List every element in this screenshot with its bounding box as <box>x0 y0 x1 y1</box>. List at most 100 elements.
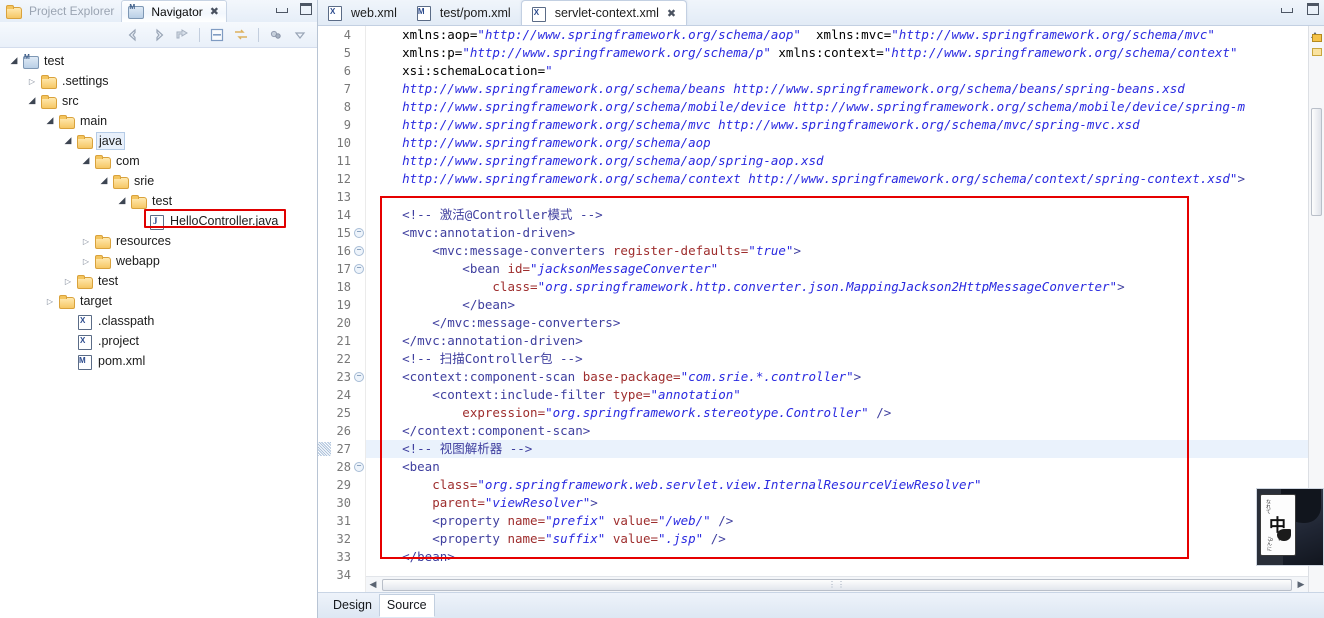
code-line[interactable]: <mvc:annotation-driven> <box>366 224 1324 242</box>
editor-tab-pom-xml[interactable]: test/pom.xml <box>407 0 521 25</box>
fold-collapse-icon[interactable] <box>354 462 364 472</box>
back-arrow-icon[interactable] <box>125 26 143 44</box>
minimize-icon[interactable] <box>1280 3 1294 16</box>
tree-item[interactable]: java <box>0 131 317 151</box>
navigator-tree[interactable]: test .settings srcmain java com srie test Hello… <box>0 48 317 618</box>
code-line[interactable]: http://www.springframework.org/schema/ao… <box>366 152 1324 170</box>
tree-item[interactable]: .classpath <box>0 311 317 331</box>
expand-arrow-icon[interactable] <box>78 236 94 246</box>
tree-item[interactable]: srie <box>0 171 317 191</box>
code-line[interactable]: <bean id="jacksonMessageConverter" <box>366 260 1324 278</box>
code-line[interactable]: xmlns:p="http://www.springframework.org/… <box>366 44 1324 62</box>
fold-collapse-icon[interactable] <box>354 228 364 238</box>
collapse-arrow-icon[interactable] <box>24 96 40 107</box>
view-window-controls <box>275 3 313 16</box>
code-text[interactable]: xmlns:aop="http://www.springframework.or… <box>366 26 1324 592</box>
view-menu-icon[interactable] <box>291 26 309 44</box>
expand-arrow-icon[interactable] <box>60 276 76 286</box>
code-line[interactable]: xsi:schemaLocation=" <box>366 62 1324 80</box>
overview-marker-warning[interactable] <box>1312 48 1322 56</box>
collapse-arrow-icon[interactable] <box>96 176 112 187</box>
code-line[interactable]: </mvc:message-converters> <box>366 314 1324 332</box>
code-line[interactable]: http://www.springframework.org/schema/be… <box>366 80 1324 98</box>
code-line[interactable]: <!-- 激活@Controller模式 --> <box>366 206 1324 224</box>
tree-item[interactable]: test <box>0 191 317 211</box>
editor-tab-web-xml[interactable]: web.xml <box>318 0 407 25</box>
line-number: 30 <box>336 496 351 510</box>
code-line[interactable]: <!-- 视图解析器 --> <box>366 440 1324 458</box>
code-line[interactable]: http://www.springframework.org/schema/ao… <box>366 134 1324 152</box>
expand-arrow-icon[interactable] <box>78 256 94 266</box>
view-tab-project-explorer[interactable]: Project Explorer <box>0 0 121 22</box>
maximize-icon[interactable] <box>1306 3 1320 16</box>
fold-collapse-icon[interactable] <box>354 372 364 382</box>
code-token-tag: > <box>1117 279 1125 294</box>
fold-collapse-icon[interactable] <box>354 246 364 256</box>
editor-horizontal-scrollbar[interactable]: ◀ ⋮⋮ ▶ <box>366 576 1308 592</box>
minimize-icon[interactable] <box>275 3 289 16</box>
code-line[interactable]: </mvc:annotation-driven> <box>366 332 1324 350</box>
code-line[interactable]: parent="viewResolver"> <box>366 494 1324 512</box>
code-line[interactable]: <!-- 扫描Controller包 --> <box>366 350 1324 368</box>
collapse-arrow-icon[interactable] <box>42 116 58 127</box>
tree-item[interactable]: com <box>0 151 317 171</box>
collapse-all-icon[interactable] <box>208 26 226 44</box>
code-line[interactable]: <context:component-scan base-package="co… <box>366 368 1324 386</box>
code-token-url: "http://www.springframework.org/schema/p… <box>462 45 771 60</box>
code-line[interactable]: class="org.springframework.web.servlet.v… <box>366 476 1324 494</box>
code-line[interactable]: <bean <box>366 458 1324 476</box>
code-line[interactable]: <property name="prefix" value="/web/" /> <box>366 512 1324 530</box>
tree-item[interactable]: test <box>0 51 317 71</box>
code-line[interactable]: xmlns:aop="http://www.springframework.or… <box>366 26 1324 44</box>
filter-icon[interactable] <box>267 26 285 44</box>
view-tab-navigator[interactable]: Navigator ✖ <box>121 0 227 22</box>
editor-tab-servlet-context-xml[interactable]: servlet-context.xml ✖ <box>520 0 688 25</box>
tab-source[interactable]: Source <box>378 594 435 617</box>
code-line[interactable]: </context:component-scan> <box>366 422 1324 440</box>
tree-item[interactable]: HelloController.java <box>0 211 317 231</box>
code-token-plain: xmlns:context= <box>770 45 884 60</box>
collapse-arrow-icon[interactable] <box>78 156 94 167</box>
overview-marker-warning[interactable] <box>1312 34 1322 42</box>
tab-design[interactable]: Design <box>326 595 379 616</box>
link-with-editor-icon[interactable] <box>232 26 250 44</box>
code-token-attr: class= <box>372 477 478 492</box>
collapse-arrow-icon[interactable] <box>60 136 76 147</box>
collapse-arrow-icon[interactable] <box>6 56 22 67</box>
tree-item[interactable]: .project <box>0 331 317 351</box>
code-line[interactable]: http://www.springframework.org/schema/co… <box>366 170 1324 188</box>
scroll-left-arrow-icon[interactable]: ◀ <box>366 578 380 592</box>
tree-item-label: java <box>96 132 125 150</box>
tree-item[interactable]: pom.xml <box>0 351 317 371</box>
tree-item[interactable]: resources <box>0 231 317 251</box>
scroll-right-arrow-icon[interactable]: ▶ <box>1294 578 1308 592</box>
tree-item[interactable]: target <box>0 291 317 311</box>
tree-item[interactable]: main <box>0 111 317 131</box>
expand-arrow-icon[interactable] <box>24 76 40 86</box>
code-line[interactable]: <mvc:message-converters register-default… <box>366 242 1324 260</box>
code-line[interactable]: </bean> <box>366 548 1324 566</box>
code-line[interactable]: class="org.springframework.http.converte… <box>366 278 1324 296</box>
tree-item[interactable]: src <box>0 91 317 111</box>
close-icon[interactable]: ✖ <box>667 7 676 20</box>
fold-collapse-icon[interactable] <box>354 264 364 274</box>
code-line[interactable]: expression="org.springframework.stereoty… <box>366 404 1324 422</box>
code-line[interactable]: http://www.springframework.org/schema/mv… <box>366 116 1324 134</box>
collapse-arrow-icon[interactable] <box>114 196 130 207</box>
maximize-icon[interactable] <box>299 3 313 16</box>
code-line[interactable]: http://www.springframework.org/schema/mo… <box>366 98 1324 116</box>
code-line[interactable]: </bean> <box>366 296 1324 314</box>
code-line[interactable] <box>366 188 1324 206</box>
watermark-side-text-2: こんに <box>1266 536 1272 551</box>
scrollbar-thumb[interactable] <box>1311 108 1322 216</box>
up-arrow-icon[interactable] <box>173 26 191 44</box>
forward-arrow-icon[interactable] <box>149 26 167 44</box>
tree-item[interactable]: webapp <box>0 251 317 271</box>
tree-item[interactable]: .settings <box>0 71 317 91</box>
close-icon[interactable]: ✖ <box>210 5 219 18</box>
code-line[interactable]: <property name="suffix" value=".jsp" /> <box>366 530 1324 548</box>
tree-item[interactable]: test <box>0 271 317 291</box>
code-line[interactable]: <context:include-filter type="annotation… <box>366 386 1324 404</box>
scrollbar-thumb[interactable]: ⋮⋮ <box>382 578 1292 591</box>
expand-arrow-icon[interactable] <box>42 296 58 306</box>
